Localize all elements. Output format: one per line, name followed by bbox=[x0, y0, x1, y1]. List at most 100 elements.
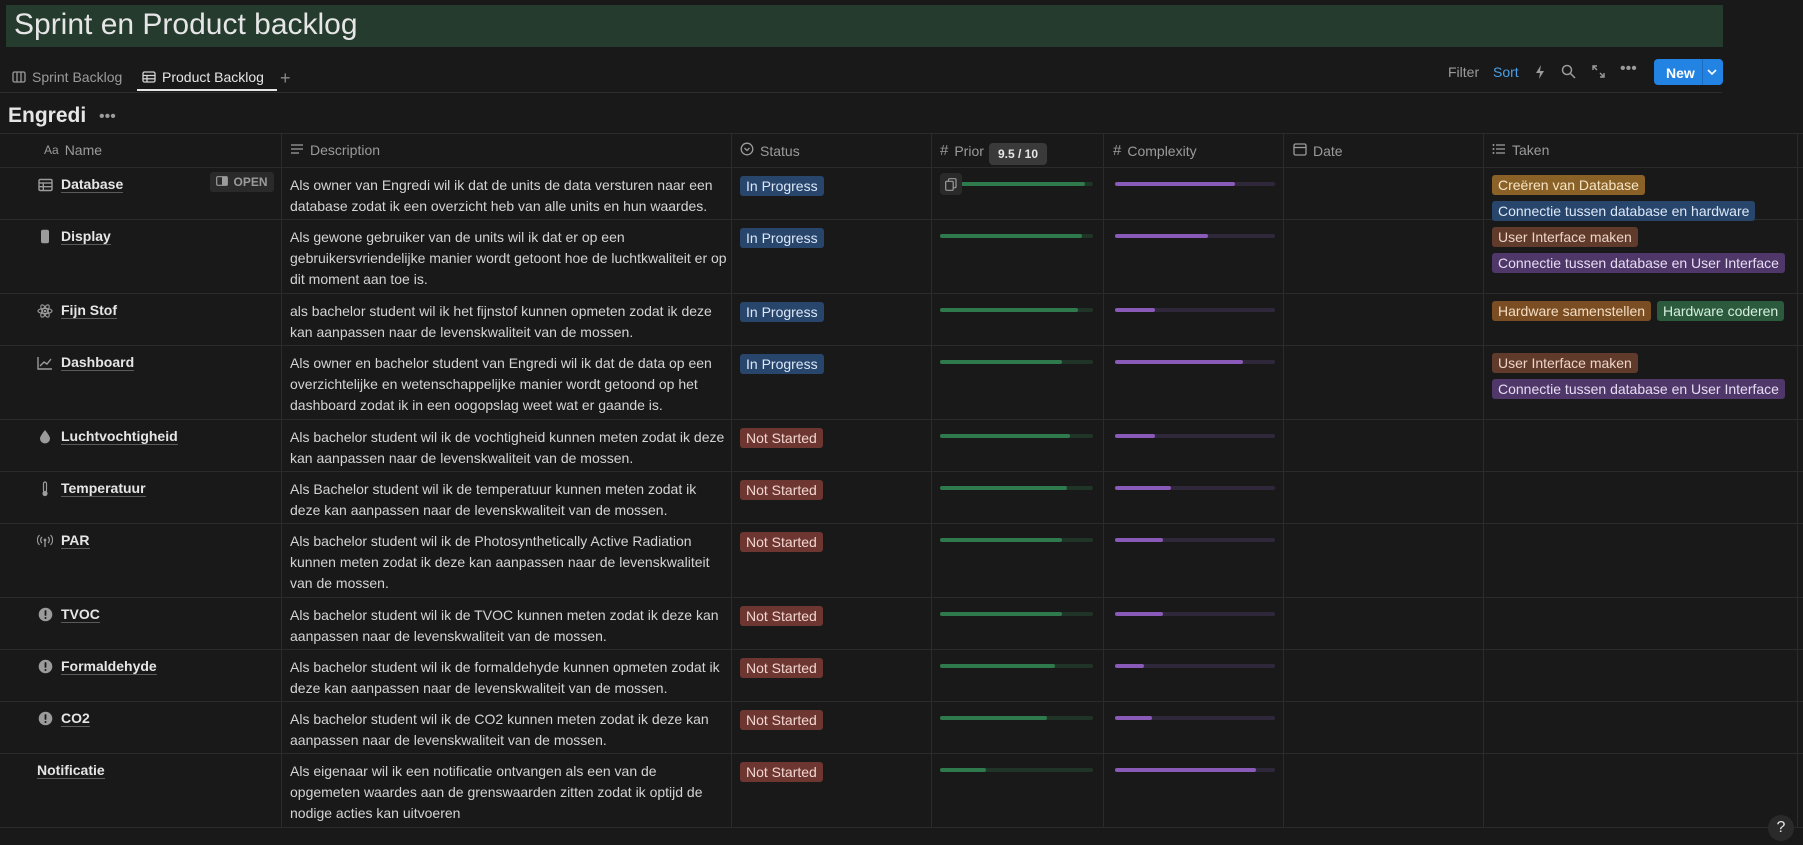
row-name[interactable]: Temperatuur bbox=[37, 480, 146, 497]
row-description[interactable]: Als owner van Engredi wil ik dat de unit… bbox=[290, 175, 730, 217]
row-description[interactable]: Als bachelor student wil ik de TVOC kunn… bbox=[290, 605, 730, 647]
table-row[interactable]: Luchtvochtigheid Als bachelor student wil… bbox=[0, 419, 1803, 472]
task-tag[interactable]: Connectie tussen database en User Interf… bbox=[1492, 379, 1785, 399]
table-row[interactable]: PAR Als bachelor student wil ik de Photos… bbox=[0, 523, 1803, 598]
help-button[interactable]: ? bbox=[1768, 815, 1794, 841]
status-badge[interactable]: Not Started bbox=[740, 658, 823, 678]
column-date[interactable]: Date bbox=[1293, 142, 1343, 159]
row-name[interactable]: Dashboard bbox=[37, 354, 135, 371]
status-badge[interactable]: Not Started bbox=[740, 532, 823, 552]
table-row[interactable]: Formaldehyde Als bachelor student wil ik … bbox=[0, 649, 1803, 702]
row-name-text: Database bbox=[61, 176, 124, 193]
row-description[interactable]: als bachelor student wil ik het fijnstof… bbox=[290, 301, 730, 343]
row-name[interactable]: Notificatie bbox=[37, 762, 105, 779]
lightning-icon[interactable] bbox=[1534, 64, 1546, 83]
table-row[interactable]: Temperatuur Als Bachelor student wil ik d… bbox=[0, 471, 1803, 524]
column-divider bbox=[1283, 133, 1284, 827]
table-row[interactable]: Fijn Stof als bachelor student wil ik het… bbox=[0, 293, 1803, 346]
column-taken[interactable]: Taken bbox=[1492, 142, 1549, 158]
column-label: Date bbox=[1313, 142, 1343, 159]
priority-bar-fill bbox=[940, 768, 986, 772]
column-divider bbox=[281, 133, 282, 827]
status-badge[interactable]: In Progress bbox=[740, 176, 824, 196]
tab-sprint-backlog[interactable]: Sprint Backlog bbox=[12, 64, 122, 90]
row-name[interactable]: CO2 bbox=[37, 710, 90, 727]
row-description[interactable]: Als owner en bachelor student van Engred… bbox=[290, 353, 730, 416]
tab-product-backlog[interactable]: Product Backlog bbox=[142, 64, 264, 90]
row-name[interactable]: Formaldehyde bbox=[37, 658, 157, 675]
more-options-icon[interactable]: ••• bbox=[1620, 60, 1637, 78]
status-badge[interactable]: In Progress bbox=[740, 228, 824, 248]
status-badge[interactable]: Not Started bbox=[740, 762, 823, 782]
column-divider bbox=[1483, 133, 1484, 827]
sort-button[interactable]: Sort bbox=[1493, 64, 1519, 80]
row-name-text: Formaldehyde bbox=[61, 658, 157, 675]
row-name[interactable]: Fijn Stof bbox=[37, 302, 117, 319]
row-description[interactable]: Als bachelor student wil ik de Photosynt… bbox=[290, 531, 730, 594]
task-tag[interactable]: User Interface maken bbox=[1492, 227, 1638, 247]
status-badge[interactable]: In Progress bbox=[740, 354, 824, 374]
complexity-bar-fill bbox=[1115, 434, 1155, 438]
text-type-icon: Aa bbox=[44, 143, 59, 157]
task-tag[interactable]: Creëren van Database bbox=[1492, 175, 1645, 195]
task-tag[interactable]: Hardware coderen bbox=[1657, 301, 1785, 321]
tab-label: Product Backlog bbox=[162, 69, 264, 85]
page-title[interactable]: Sprint en Product backlog bbox=[14, 10, 358, 40]
copy-icon[interactable] bbox=[940, 173, 962, 195]
status-badge[interactable]: Not Started bbox=[740, 428, 823, 448]
row-name[interactable]: Luchtvochtigheid bbox=[37, 428, 178, 445]
new-button[interactable]: New bbox=[1654, 59, 1723, 85]
priority-bar-fill bbox=[940, 434, 1070, 438]
task-tag[interactable]: Hardware samenstellen bbox=[1492, 301, 1652, 321]
open-page-button[interactable]: OPEN bbox=[210, 172, 274, 192]
row-description[interactable]: Als eigenaar wil ik een notificatie ontv… bbox=[290, 761, 730, 824]
task-tag[interactable]: User Interface maken bbox=[1492, 353, 1638, 373]
table-row[interactable]: Display Als gewone gebruiker van de units… bbox=[0, 219, 1803, 294]
row-name-text: Temperatuur bbox=[61, 480, 146, 497]
row-name[interactable]: Display bbox=[37, 228, 111, 245]
add-view-icon[interactable]: + bbox=[280, 68, 291, 89]
status-badge[interactable]: Not Started bbox=[740, 480, 823, 500]
column-divider bbox=[731, 133, 732, 827]
filter-button[interactable]: Filter bbox=[1448, 64, 1479, 80]
column-priority[interactable]: # Prior bbox=[940, 142, 984, 159]
status-badge[interactable]: In Progress bbox=[740, 302, 824, 322]
table-row[interactable]: TVOC Als bachelor student wil ik de TVOC … bbox=[0, 597, 1803, 650]
table-row[interactable]: Notificatie Als eigenaar wil ik een notif… bbox=[0, 753, 1803, 828]
complexity-bar-fill bbox=[1115, 360, 1243, 364]
column-complexity[interactable]: # Complexity bbox=[1113, 142, 1197, 159]
row-description[interactable]: Als gewone gebruiker van de units wil ik… bbox=[290, 227, 730, 290]
column-description[interactable]: Description bbox=[290, 142, 380, 158]
expand-icon[interactable] bbox=[1591, 64, 1606, 82]
group-more-icon[interactable]: ••• bbox=[99, 108, 116, 126]
table-icon bbox=[37, 177, 53, 193]
search-icon[interactable] bbox=[1561, 64, 1576, 82]
columns-icon bbox=[12, 70, 26, 84]
row-name[interactable]: PAR bbox=[37, 532, 90, 549]
row-name[interactable]: Database bbox=[37, 176, 124, 193]
status-badge[interactable]: Not Started bbox=[740, 710, 823, 730]
row-description[interactable]: Als bachelor student wil ik de vochtighe… bbox=[290, 427, 730, 469]
chevron-down-icon[interactable] bbox=[1707, 65, 1717, 81]
task-tag[interactable]: Connectie tussen database en User Interf… bbox=[1492, 253, 1785, 273]
table-row[interactable]: CO2 Als bachelor student wil ik de CO2 ku… bbox=[0, 701, 1803, 754]
active-tab-indicator bbox=[137, 89, 277, 91]
complexity-bar-fill bbox=[1115, 234, 1208, 238]
priority-bar-fill bbox=[940, 538, 1062, 542]
row-name-text: Notificatie bbox=[37, 762, 105, 779]
new-button-divider bbox=[1702, 59, 1703, 85]
complexity-bar-fill bbox=[1115, 182, 1235, 186]
row-description[interactable]: Als Bachelor student wil ik de temperatu… bbox=[290, 479, 730, 521]
column-name[interactable]: Aa Name bbox=[44, 142, 102, 158]
column-status[interactable]: Status bbox=[740, 142, 800, 159]
task-tag[interactable]: Connectie tussen database en hardware bbox=[1492, 201, 1756, 221]
table-row[interactable]: Dashboard Als owner en bachelor student v… bbox=[0, 345, 1803, 420]
row-description[interactable]: Als bachelor student wil ik de formaldeh… bbox=[290, 657, 730, 699]
row-description[interactable]: Als bachelor student wil ik de CO2 kunne… bbox=[290, 709, 730, 751]
alert-icon bbox=[37, 659, 53, 675]
group-title[interactable]: Engredi bbox=[8, 104, 86, 128]
status-type-icon bbox=[740, 142, 754, 159]
phone-icon bbox=[37, 229, 53, 245]
row-name[interactable]: TVOC bbox=[37, 606, 100, 623]
status-badge[interactable]: Not Started bbox=[740, 606, 823, 626]
